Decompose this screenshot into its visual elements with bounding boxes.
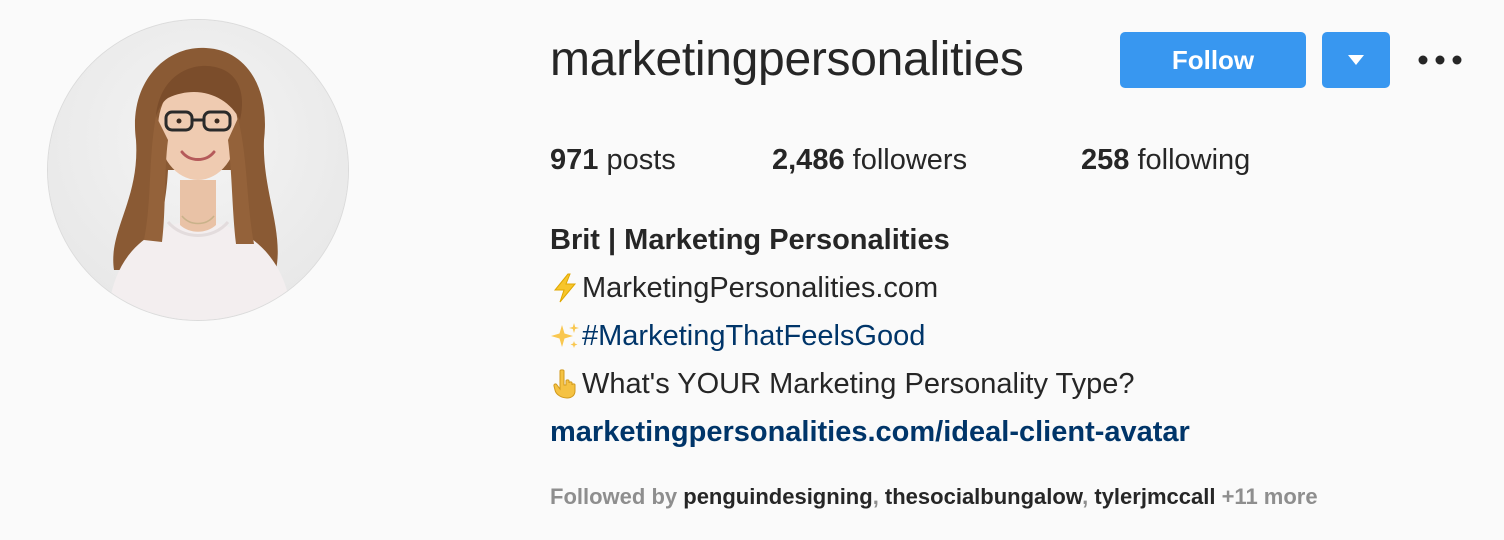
suggestions-dropdown-button[interactable]: [1322, 32, 1390, 88]
more-options-icon: [1418, 55, 1462, 65]
bio-line-link: marketingpersonalities.com/ideal-client-…: [550, 408, 1190, 456]
bio-external-link[interactable]: marketingpersonalities.com/ideal-client-…: [550, 408, 1190, 456]
bio-line-website: MarketingPersonalities.com: [550, 264, 1190, 312]
following-count: 258: [1081, 144, 1130, 176]
posts-label: posts: [606, 144, 676, 176]
profile-bio: Brit | Marketing Personalities Marketing…: [550, 216, 1190, 456]
bio-website-text: MarketingPersonalities.com: [582, 272, 939, 304]
sparkles-icon: [550, 321, 580, 351]
posts-stat[interactable]: 971 posts: [550, 138, 676, 182]
followers-count: 2,486: [772, 144, 845, 176]
profile-username: marketingpersonalities: [550, 33, 1024, 86]
following-label: following: [1137, 144, 1251, 176]
followed-by-summary[interactable]: Followed by penguindesigning, thesocialb…: [550, 480, 1318, 514]
lightning-bolt-icon: [550, 273, 580, 303]
followers-stat[interactable]: 2,486 followers: [772, 138, 967, 182]
followed-by-user[interactable]: thesocialbungalow: [885, 484, 1082, 509]
follow-button[interactable]: Follow: [1120, 32, 1306, 88]
profile-page: marketingpersonalities Follow 971 posts …: [0, 0, 1504, 540]
bio-full-name: Brit | Marketing Personalities: [550, 224, 950, 256]
following-stat[interactable]: 258 following: [1081, 138, 1250, 182]
followers-label: followers: [852, 144, 968, 176]
followed-by-user[interactable]: penguindesigning: [683, 484, 872, 509]
followed-by-more[interactable]: +11 more: [1222, 484, 1318, 509]
bio-line-question: What's YOUR Marketing Personality Type?: [550, 360, 1190, 408]
followed-by-separator: ,: [1082, 484, 1095, 509]
more-options-button[interactable]: [1414, 40, 1466, 80]
followed-by-user[interactable]: tylerjmccall: [1094, 484, 1215, 509]
profile-header: marketingpersonalities: [550, 30, 1024, 90]
pointing-down-icon: [550, 369, 580, 399]
posts-count: 971: [550, 144, 599, 176]
profile-avatar[interactable]: [48, 20, 348, 320]
followed-by-prefix: Followed by: [550, 484, 678, 509]
caret-down-icon: [1348, 55, 1364, 65]
bio-question-text: What's YOUR Marketing Personality Type?: [582, 368, 1135, 400]
bio-line-hashtag: #MarketingThatFeelsGood: [550, 312, 1190, 360]
avatar-photo-icon: [48, 20, 348, 320]
bio-hashtag-link[interactable]: #MarketingThatFeelsGood: [582, 312, 925, 360]
followed-by-separator: ,: [872, 484, 885, 509]
